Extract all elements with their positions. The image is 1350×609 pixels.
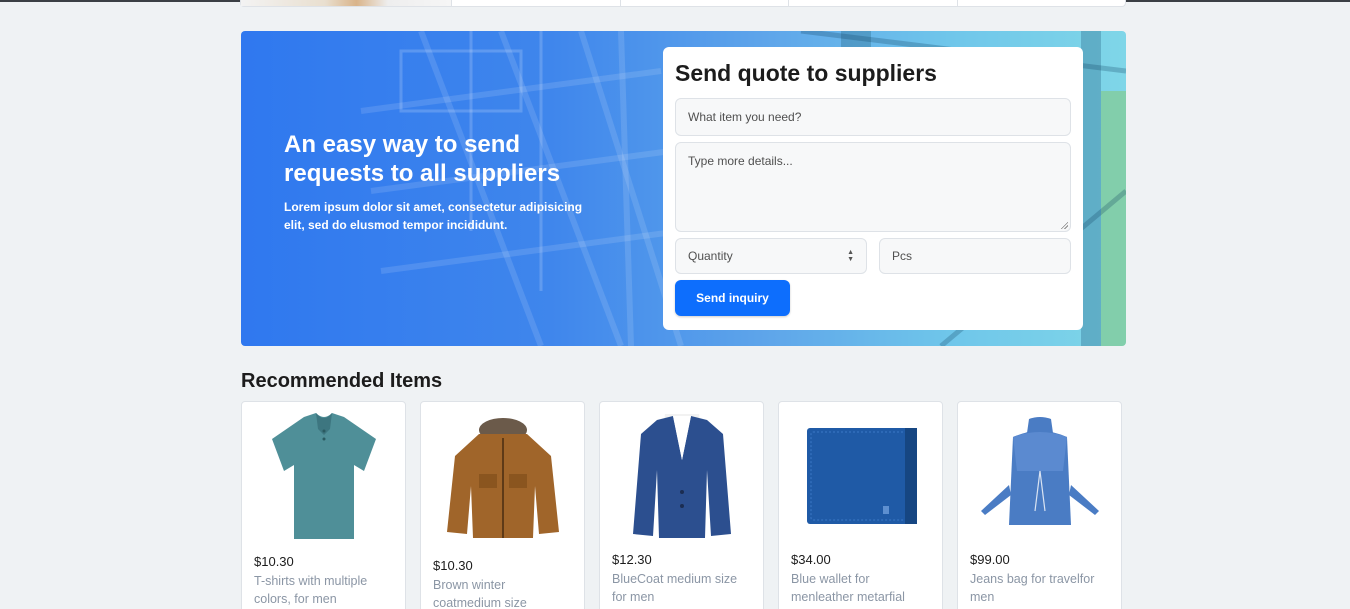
product-price: $34.00	[791, 552, 831, 567]
backpack-image	[980, 417, 1099, 525]
jacket-image	[446, 417, 559, 538]
banner-title: An easy way to send requests to all supp…	[284, 131, 561, 187]
recommended-items-title: Recommended Items	[241, 370, 443, 392]
product-name[interactable]: Brown winter coatmedium size	[433, 576, 572, 609]
quote-banner: An easy way to send requests to all supp…	[241, 31, 1126, 346]
previous-section-strip	[240, 0, 1126, 7]
product-name[interactable]: T-shirts with multiple colors, for men	[254, 572, 393, 608]
product-card[interactable]: $10.30 Brown winter coatmedium size	[420, 401, 585, 609]
details-textarea[interactable]: Type more details...	[675, 142, 1071, 232]
unit-select-value: Pcs	[892, 249, 913, 263]
send-inquiry-button[interactable]: Send inquiry	[675, 280, 790, 316]
item-input-placeholder: What item you need?	[688, 110, 802, 124]
blazer-image	[632, 414, 731, 538]
quantity-input-placeholder: Quantity	[688, 249, 733, 263]
product-name[interactable]: Blue wallet for menleather metarfial	[791, 570, 930, 606]
quantity-input[interactable]: Quantity ▲ ▼	[675, 238, 867, 274]
product-card[interactable]: $10.30 T-shirts with multiple colors, fo…	[241, 401, 406, 609]
product-name[interactable]: Jeans bag for travelfor men	[970, 570, 1109, 606]
wallet-image	[806, 428, 917, 524]
product-price: $10.30	[254, 554, 294, 569]
banner-subtitle: Lorem ipsum dolor sit amet, consectetur …	[284, 200, 583, 232]
quantity-stepper-icon[interactable]: ▲ ▼	[847, 249, 854, 263]
product-card[interactable]: $12.30 BlueCoat medium size for men	[599, 401, 764, 609]
product-card[interactable]: $99.00 Jeans bag for travelfor men	[957, 401, 1122, 609]
product-name[interactable]: BlueCoat medium size for men	[612, 570, 751, 606]
product-card[interactable]: $34.00 Blue wallet for menleather metarf…	[778, 401, 943, 609]
product-price: $12.30	[612, 552, 652, 567]
product-price: $99.00	[970, 552, 1010, 567]
unit-select[interactable]: Pcs	[879, 238, 1071, 274]
resize-handle-icon[interactable]	[1060, 221, 1068, 229]
quote-form: Send quote to suppliers What item you ne…	[663, 47, 1083, 330]
quote-form-title: Send quote to suppliers	[675, 60, 937, 86]
previous-product-image	[241, 0, 451, 6]
banner-text: An easy way to send requests to all supp…	[284, 130, 604, 234]
details-textarea-placeholder: Type more details...	[688, 154, 793, 168]
tshirt-image	[271, 412, 376, 539]
product-price: $10.30	[433, 558, 473, 573]
item-input[interactable]: What item you need?	[675, 98, 1071, 136]
recommended-items-grid: $10.30 T-shirts with multiple colors, fo…	[241, 401, 1122, 609]
